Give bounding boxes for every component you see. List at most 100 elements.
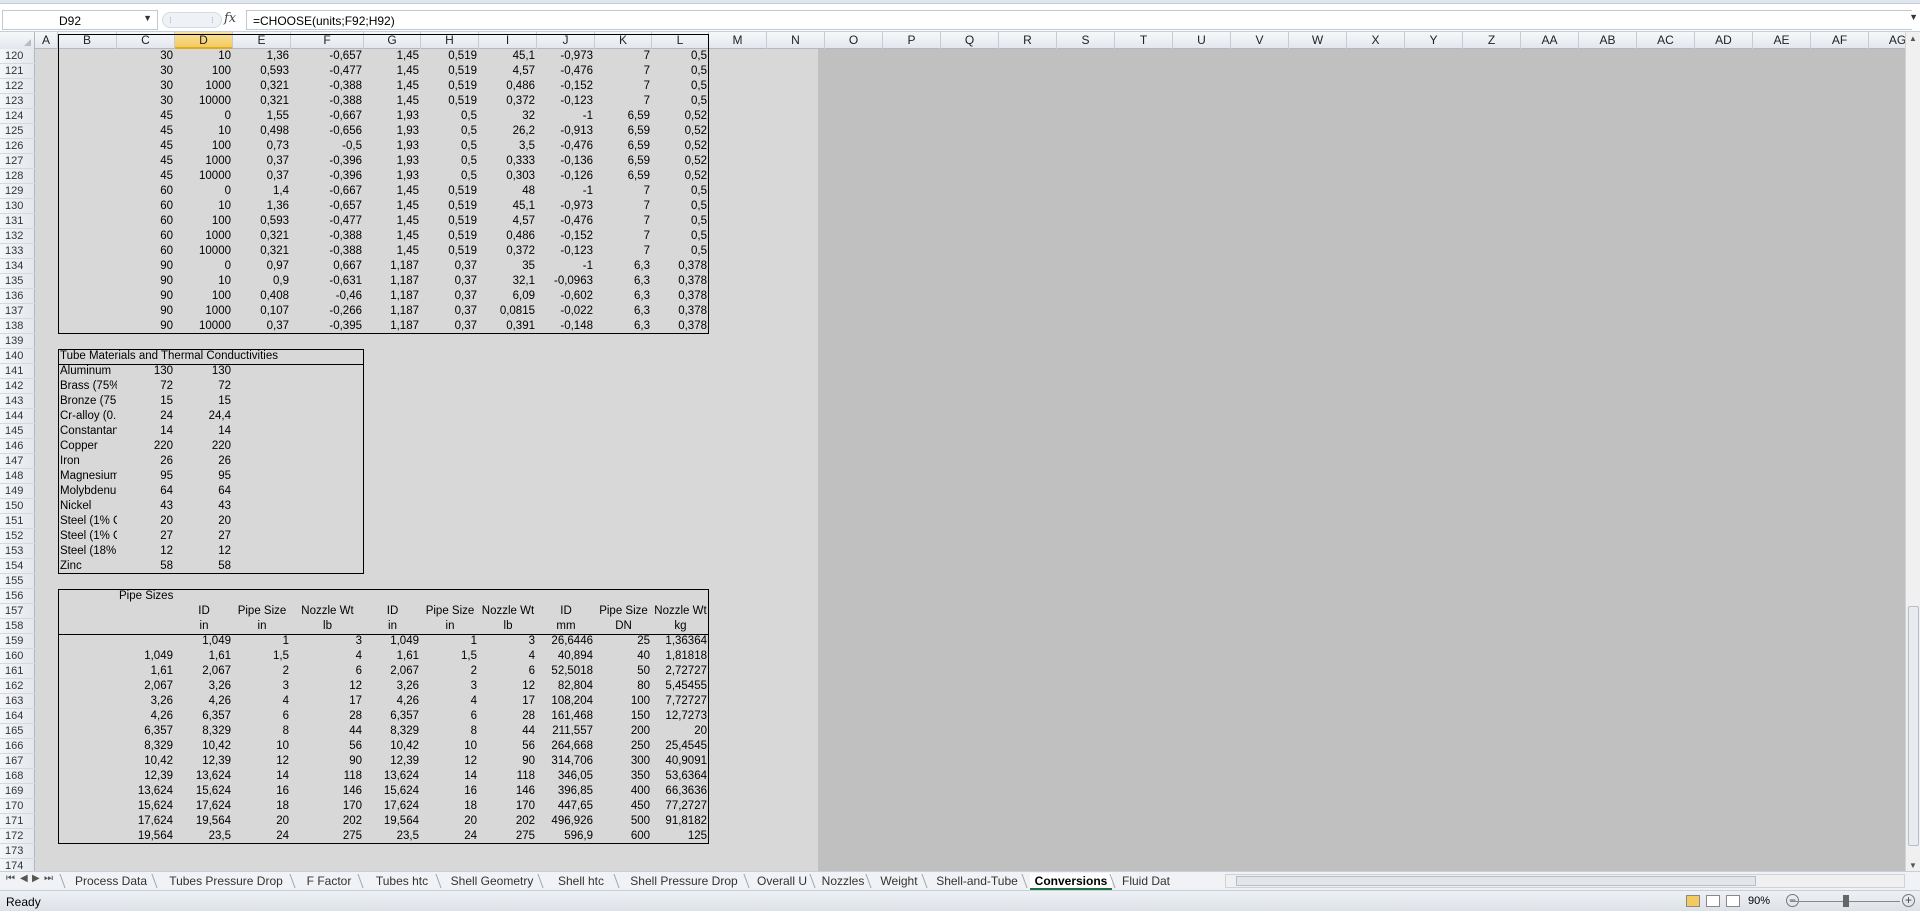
- row-header-155[interactable]: 155: [0, 574, 35, 589]
- column-header-n[interactable]: N: [767, 32, 825, 49]
- column-header-v[interactable]: V: [1231, 32, 1289, 49]
- column-header-ad[interactable]: AD: [1695, 32, 1753, 49]
- row-header-153[interactable]: 153: [0, 544, 35, 559]
- normal-view-icon[interactable]: [1686, 895, 1700, 907]
- row-header-122[interactable]: 122: [0, 79, 35, 94]
- row-header-133[interactable]: 133: [0, 244, 35, 259]
- row-header-156[interactable]: 156: [0, 589, 35, 604]
- row-header-158[interactable]: 158: [0, 619, 35, 634]
- sheet-tab-shell-and-tube[interactable]: Shell-and-Tube: [930, 873, 1024, 890]
- row-header-163[interactable]: 163: [0, 694, 35, 709]
- last-sheet-icon[interactable]: ⏭: [44, 873, 53, 884]
- row-header-171[interactable]: 171: [0, 814, 35, 829]
- sheet-tab-tubes-pressure-drop[interactable]: Tubes Pressure Drop: [160, 873, 292, 890]
- row-header-164[interactable]: 164: [0, 709, 35, 724]
- row-header-137[interactable]: 137: [0, 304, 35, 319]
- column-header-u[interactable]: U: [1173, 32, 1231, 49]
- row-header-138[interactable]: 138: [0, 319, 35, 334]
- expand-formula-bar-icon[interactable]: ▼: [1909, 12, 1918, 22]
- row-header-123[interactable]: 123: [0, 94, 35, 109]
- sheet-tab-weight[interactable]: Weight: [874, 873, 924, 890]
- column-header-t[interactable]: T: [1115, 32, 1173, 49]
- row-header-165[interactable]: 165: [0, 724, 35, 739]
- row-header-139[interactable]: 139: [0, 334, 35, 349]
- vertical-scroll-thumb[interactable]: [1908, 606, 1919, 846]
- row-header-135[interactable]: 135: [0, 274, 35, 289]
- row-header-134[interactable]: 134: [0, 259, 35, 274]
- row-header-131[interactable]: 131: [0, 214, 35, 229]
- row-header-144[interactable]: 144: [0, 409, 35, 424]
- vertical-scrollbar[interactable]: ▲ ▼: [1905, 32, 1920, 872]
- column-header-a[interactable]: A: [35, 32, 58, 49]
- row-header-129[interactable]: 129: [0, 184, 35, 199]
- scroll-down-icon[interactable]: ▼: [1909, 861, 1917, 870]
- row-header-161[interactable]: 161: [0, 664, 35, 679]
- row-header-124[interactable]: 124: [0, 109, 35, 124]
- column-header-ae[interactable]: AE: [1753, 32, 1811, 49]
- row-header-142[interactable]: 142: [0, 379, 35, 394]
- row-header-173[interactable]: 173: [0, 844, 35, 859]
- zoom-level[interactable]: 90%: [1748, 895, 1770, 907]
- horizontal-scroll-thumb[interactable]: [1236, 876, 1756, 886]
- row-header-125[interactable]: 125: [0, 124, 35, 139]
- zoom-in-icon[interactable]: +: [1902, 894, 1915, 907]
- column-header-o[interactable]: O: [825, 32, 883, 49]
- row-header-130[interactable]: 130: [0, 199, 35, 214]
- row-header-143[interactable]: 143: [0, 394, 35, 409]
- row-header-141[interactable]: 141: [0, 364, 35, 379]
- row-header-127[interactable]: 127: [0, 154, 35, 169]
- column-header-y[interactable]: Y: [1405, 32, 1463, 49]
- sheet-tab-tubes-htc[interactable]: Tubes htc: [366, 873, 438, 890]
- first-sheet-icon[interactable]: ⏮: [6, 873, 15, 884]
- row-header-145[interactable]: 145: [0, 424, 35, 439]
- chevron-down-icon[interactable]: ▼: [143, 13, 152, 23]
- row-header-154[interactable]: 154: [0, 559, 35, 574]
- column-header-af[interactable]: AF: [1811, 32, 1869, 49]
- column-header-q[interactable]: Q: [941, 32, 999, 49]
- select-all-button[interactable]: [0, 32, 35, 49]
- formula-input[interactable]: =CHOOSE(units;F92;H92): [246, 10, 1912, 30]
- row-header-151[interactable]: 151: [0, 514, 35, 529]
- row-header-150[interactable]: 150: [0, 499, 35, 514]
- row-header-166[interactable]: 166: [0, 739, 35, 754]
- sheet-tab-conversions[interactable]: Conversions: [1030, 873, 1112, 890]
- sheet-tab-f-factor[interactable]: F Factor: [298, 873, 360, 890]
- page-break-view-icon[interactable]: [1726, 895, 1740, 907]
- horizontal-scrollbar[interactable]: [1225, 874, 1905, 888]
- column-header-s[interactable]: S: [1057, 32, 1115, 49]
- row-header-136[interactable]: 136: [0, 289, 35, 304]
- column-header-ab[interactable]: AB: [1579, 32, 1637, 49]
- row-header-149[interactable]: 149: [0, 484, 35, 499]
- prev-sheet-icon[interactable]: ◀: [20, 873, 28, 884]
- row-header-132[interactable]: 132: [0, 229, 35, 244]
- row-header-159[interactable]: 159: [0, 634, 35, 649]
- zoom-slider-thumb[interactable]: [1843, 895, 1849, 907]
- row-header-162[interactable]: 162: [0, 679, 35, 694]
- row-header-172[interactable]: 172: [0, 829, 35, 844]
- sheet-tab-shell-htc[interactable]: Shell htc: [546, 873, 616, 890]
- insert-function-icon[interactable]: fx: [224, 11, 236, 26]
- column-header-r[interactable]: R: [999, 32, 1057, 49]
- row-header-170[interactable]: 170: [0, 799, 35, 814]
- row-header-146[interactable]: 146: [0, 439, 35, 454]
- page-layout-view-icon[interactable]: [1706, 895, 1720, 907]
- next-sheet-icon[interactable]: ▶: [32, 873, 40, 884]
- sheet-tab-fluid-dat[interactable]: Fluid Dat: [1118, 873, 1174, 890]
- row-header-126[interactable]: 126: [0, 139, 35, 154]
- name-box[interactable]: D92 ▼: [2, 10, 158, 30]
- row-header-160[interactable]: 160: [0, 649, 35, 664]
- row-header-121[interactable]: 121: [0, 64, 35, 79]
- row-header-148[interactable]: 148: [0, 469, 35, 484]
- scroll-up-icon[interactable]: ▲: [1909, 34, 1917, 43]
- sheet-tab-overall-u[interactable]: Overall U: [752, 873, 812, 890]
- row-header-157[interactable]: 157: [0, 604, 35, 619]
- column-header-p[interactable]: P: [883, 32, 941, 49]
- column-header-m[interactable]: M: [709, 32, 767, 49]
- row-header-120[interactable]: 120: [0, 49, 35, 64]
- row-header-167[interactable]: 167: [0, 754, 35, 769]
- sheet-tab-shell-pressure-drop[interactable]: Shell Pressure Drop: [622, 873, 746, 890]
- column-header-z[interactable]: Z: [1463, 32, 1521, 49]
- sheet-tab-nozzles[interactable]: Nozzles: [818, 873, 868, 890]
- sheet-cells[interactable]: 30 10 1,36 -0,657 1,45 0,519 45,1 -0,973 7 0,5 30 1…: [35, 34, 818, 872]
- sheet-tab-shell-geometry[interactable]: Shell Geometry: [444, 873, 540, 890]
